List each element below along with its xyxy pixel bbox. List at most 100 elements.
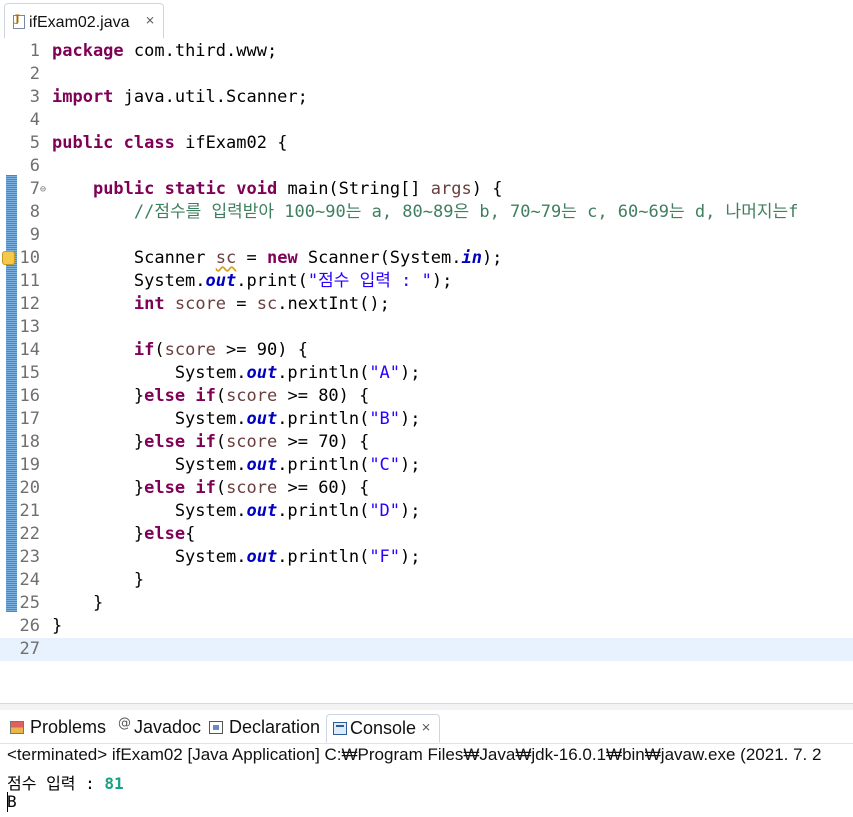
code-line[interactable]: 13 <box>0 316 853 339</box>
tab-problems[interactable]: Problems <box>10 714 110 743</box>
editor-tab-ifexam02[interactable]: ifExam02.java ⨯ <box>4 3 164 39</box>
code-token: { <box>185 524 196 544</box>
code-line[interactable]: 3 import java.util.Scanner; <box>0 86 853 109</box>
line-number: 27 <box>19 639 40 659</box>
code-line[interactable]: 4 <box>0 109 853 132</box>
code-line[interactable]: 20 }else if(score >= 60) { <box>0 477 853 500</box>
code-line[interactable]: 24 } <box>0 569 853 592</box>
code-token: else <box>144 478 186 498</box>
tab-javadoc[interactable]: @ Javadoc <box>118 714 208 743</box>
code-line[interactable]: 6 <box>0 155 853 178</box>
code-token: System. <box>52 501 247 521</box>
code-token: static <box>164 179 227 199</box>
code-line[interactable]: 18 }else if(score >= 70) { <box>0 431 853 454</box>
code-line[interactable]: 16 }else if(score >= 80) { <box>0 385 853 408</box>
code-text: import java.util.Scanner; <box>52 86 308 109</box>
code-token: ); <box>400 501 421 521</box>
code-token: public <box>52 133 114 153</box>
code-line[interactable]: 26} <box>0 615 853 638</box>
code-text: System.out.println("A"); <box>52 362 421 385</box>
code-token: System. <box>52 271 206 291</box>
code-line[interactable]: 8 //점수를 입력받아 100~90는 a, 80~89은 b, 70~79는… <box>0 201 853 224</box>
code-token: "D" <box>369 501 401 521</box>
tab-declaration[interactable]: Declaration <box>209 714 324 743</box>
close-icon[interactable]: ⨯ <box>421 720 431 734</box>
code-text: }else if(score >= 60) { <box>52 477 370 500</box>
console-output[interactable]: <terminated> ifExam02 [Java Application]… <box>0 744 853 817</box>
code-token: } <box>52 478 145 498</box>
code-token: else <box>144 386 186 406</box>
code-line[interactable]: 9 <box>0 224 853 247</box>
code-text: System.out.println("C"); <box>52 454 421 477</box>
code-line[interactable]: 1 package com.third.www; <box>0 40 853 63</box>
code-token: ); <box>400 363 421 383</box>
code-token: java.util.Scanner; <box>113 87 308 107</box>
code-line[interactable]: 11 System.out.print("점수 입력 : "); <box>0 270 853 293</box>
code-line[interactable]: 10 Scanner sc = new Scanner(System.in); <box>0 247 853 270</box>
code-token: out <box>205 271 237 291</box>
code-token: Scanner <box>52 248 216 268</box>
code-line[interactable]: 19 System.out.println("C"); <box>0 454 853 477</box>
code-line[interactable]: 27 <box>0 638 853 661</box>
code-token: score <box>164 340 216 360</box>
javadoc-icon: @ <box>118 716 131 731</box>
code-line[interactable]: 25 } <box>0 592 853 615</box>
console-prompt-line: 점수 입력 : 81 <box>7 770 124 794</box>
code-line[interactable]: 17 System.out.println("B"); <box>0 408 853 431</box>
code-token: .println( <box>277 363 370 383</box>
code-text: } <box>52 569 144 592</box>
code-token: public <box>92 179 155 199</box>
code-line[interactable]: 23 System.out.println("F"); <box>0 546 853 569</box>
line-number: 15 <box>19 363 40 383</box>
code-token: ); <box>400 455 421 475</box>
line-number: 19 <box>19 455 40 475</box>
code-token: class <box>123 133 175 153</box>
code-token: } <box>52 386 145 406</box>
code-token: .println( <box>277 501 370 521</box>
code-line[interactable]: 5 public class ifExam02 { <box>0 132 853 155</box>
close-icon[interactable]: ⨯ <box>145 13 155 27</box>
code-token: if <box>195 386 216 406</box>
code-token: ( <box>215 386 227 406</box>
code-text: Scanner sc = new Scanner(System.in); <box>52 247 503 270</box>
code-line[interactable]: 12 int score = sc.nextInt(); <box>0 293 853 316</box>
code-token: else <box>144 432 186 452</box>
code-text: if(score >= 90) { <box>52 339 308 362</box>
editor-tab-label: ifExam02.java <box>29 14 130 31</box>
code-token: package <box>52 41 124 61</box>
line-number: 5 <box>29 133 40 153</box>
console-output-line: B <box>7 792 17 811</box>
line-number: 14 <box>19 340 40 360</box>
code-line[interactable]: 21 System.out.println("D"); <box>0 500 853 523</box>
code-token: main(String[] <box>277 179 431 199</box>
code-token: .println( <box>277 547 370 567</box>
code-token: = <box>226 294 257 314</box>
code-token: ); <box>400 547 421 567</box>
line-number: 22 <box>19 524 40 544</box>
problems-icon <box>10 721 24 734</box>
code-token: score <box>226 386 278 406</box>
code-line[interactable]: 14 if(score >= 90) { <box>0 339 853 362</box>
code-editor[interactable]: 1 package com.third.www; 2 3 import java.uti… <box>0 40 853 675</box>
code-token: .println( <box>277 409 370 429</box>
line-number: 24 <box>19 570 40 590</box>
code-token: out <box>246 455 278 475</box>
code-token: ( <box>215 478 227 498</box>
code-token: sc <box>256 294 278 314</box>
line-number: 8 <box>29 202 40 222</box>
line-number: 21 <box>19 501 40 521</box>
code-token: in <box>461 248 482 268</box>
code-line[interactable]: 2 <box>0 63 853 86</box>
tab-console[interactable]: Console ⨯ <box>326 714 440 743</box>
code-line[interactable]: 15 System.out.println("A"); <box>0 362 853 385</box>
code-text: System.out.println("D"); <box>52 500 421 523</box>
line-number: 11 <box>19 271 40 291</box>
code-token: args <box>430 179 472 199</box>
code-line[interactable]: 7 ⊖ public static void main(String[] args… <box>0 178 853 201</box>
fold-collapse-icon[interactable]: ⊖ <box>40 178 46 201</box>
code-line[interactable]: 22 }else{ <box>0 523 853 546</box>
code-token: } <box>52 570 145 590</box>
